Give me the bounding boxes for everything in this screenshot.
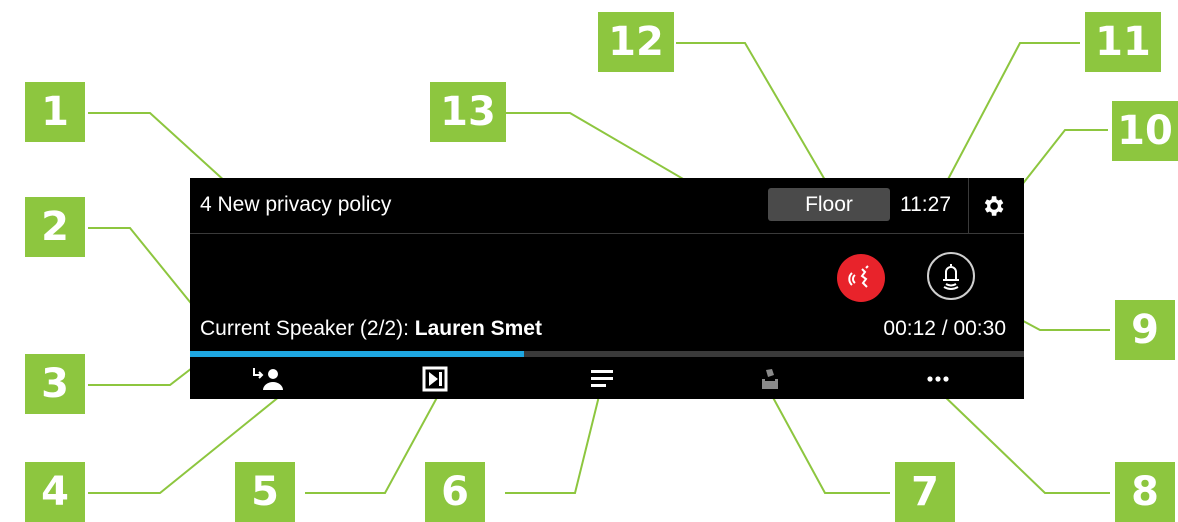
current-speaker-label: Current Speaker (2/2): (200, 317, 415, 340)
speaker-list-button[interactable] (582, 362, 622, 396)
callout-9: 9 (1115, 300, 1175, 360)
divider (968, 178, 969, 233)
speaking-time-progress (190, 351, 1024, 357)
more-icon (927, 376, 949, 382)
priority-bell-button[interactable] (927, 252, 975, 300)
callout-8: 8 (1115, 462, 1175, 522)
callout-10: 10 (1112, 101, 1178, 161)
agenda-item-title[interactable]: 4 New privacy policy (200, 193, 391, 217)
speaking-timer: 00:12 / 00:30 (883, 317, 1006, 340)
next-speaker-icon (253, 368, 283, 390)
speak-request-icon (848, 265, 869, 288)
callout-4: 4 (25, 462, 85, 522)
callout-7: 7 (895, 462, 955, 522)
callout-1: 1 (25, 82, 85, 142)
skip-icon (422, 366, 448, 392)
callout-12: 12 (598, 12, 674, 72)
clock: 11:27 (900, 193, 951, 216)
voting-button[interactable] (750, 362, 790, 396)
current-speaker-name: Lauren Smet (414, 317, 542, 340)
request-to-speak-button[interactable] (837, 254, 885, 302)
current-speaker: Current Speaker (2/2): Lauren Smet (200, 317, 542, 341)
callout-11: 11 (1085, 12, 1161, 72)
bottom-toolbar (190, 358, 1024, 399)
callout-5: 5 (235, 462, 295, 522)
gear-icon[interactable] (980, 193, 1006, 219)
menu-icon (591, 370, 613, 387)
callout-6: 6 (425, 462, 485, 522)
top-bar: 4 New privacy policy Floor 11:27 (190, 178, 1024, 234)
more-button[interactable] (918, 362, 958, 396)
callout-3: 3 (25, 354, 85, 414)
bell-icon (943, 264, 959, 290)
vote-icon (762, 369, 778, 389)
callout-13: 13 (430, 82, 506, 142)
floor-button[interactable]: Floor (768, 188, 890, 221)
progress-fill (190, 351, 524, 357)
callout-2: 2 (25, 197, 85, 257)
next-speaker-button[interactable] (248, 362, 288, 396)
meeting-panel: 4 New privacy policy Floor 11:27 Current… (190, 178, 1024, 399)
skip-speaker-button[interactable] (415, 362, 455, 396)
